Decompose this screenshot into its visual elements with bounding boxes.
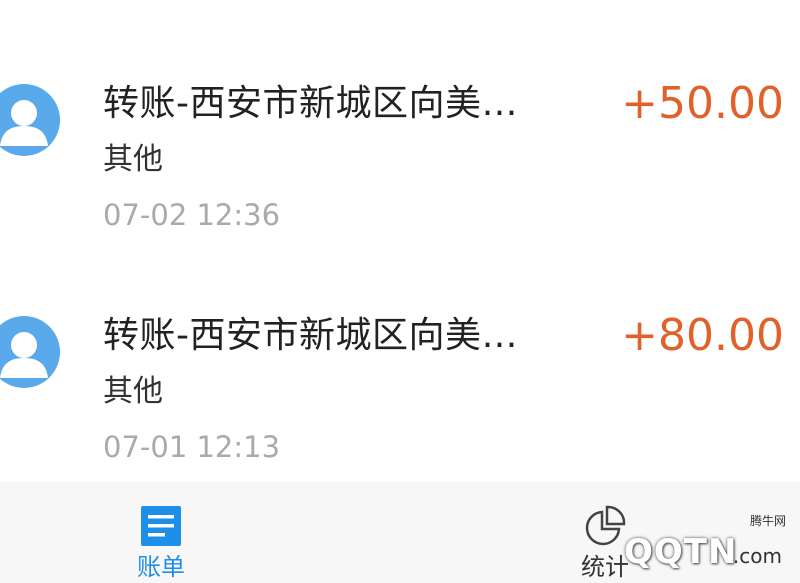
- watermark-site-name: 腾牛网: [749, 514, 786, 528]
- bill-list-icon: [139, 504, 183, 548]
- site-watermark: 腾牛网 QQTN .com: [584, 510, 794, 580]
- user-avatar-icon: [0, 84, 60, 156]
- bill-list-screen: 转账-西安市新城区向美… +50.00 其他 07-02 12:36 转账-西安…: [0, 0, 800, 583]
- tab-bills[interactable]: 账单: [101, 482, 221, 583]
- tab-bills-label: 账单: [137, 553, 185, 581]
- transaction-time: 07-02 12:36: [103, 198, 281, 232]
- transaction-title: 转账-西安市新城区向美…: [103, 83, 518, 124]
- watermark-suffix: .com: [732, 544, 782, 568]
- transaction-item[interactable]: 转账-西安市新城区向美… +80.00 其他 07-01 12:13: [0, 232, 800, 464]
- transaction-amount: +50.00: [621, 78, 784, 129]
- transaction-category: 其他: [103, 142, 163, 177]
- transaction-amount: +80.00: [621, 310, 784, 361]
- transaction-item[interactable]: 转账-西安市新城区向美… +50.00 其他 07-02 12:36: [0, 0, 800, 232]
- transaction-title: 转账-西安市新城区向美…: [103, 315, 518, 356]
- transaction-category: 其他: [103, 374, 163, 409]
- transaction-time: 07-01 12:13: [103, 430, 281, 464]
- user-avatar-icon: [0, 316, 60, 388]
- watermark-logo: QQTN: [624, 532, 738, 572]
